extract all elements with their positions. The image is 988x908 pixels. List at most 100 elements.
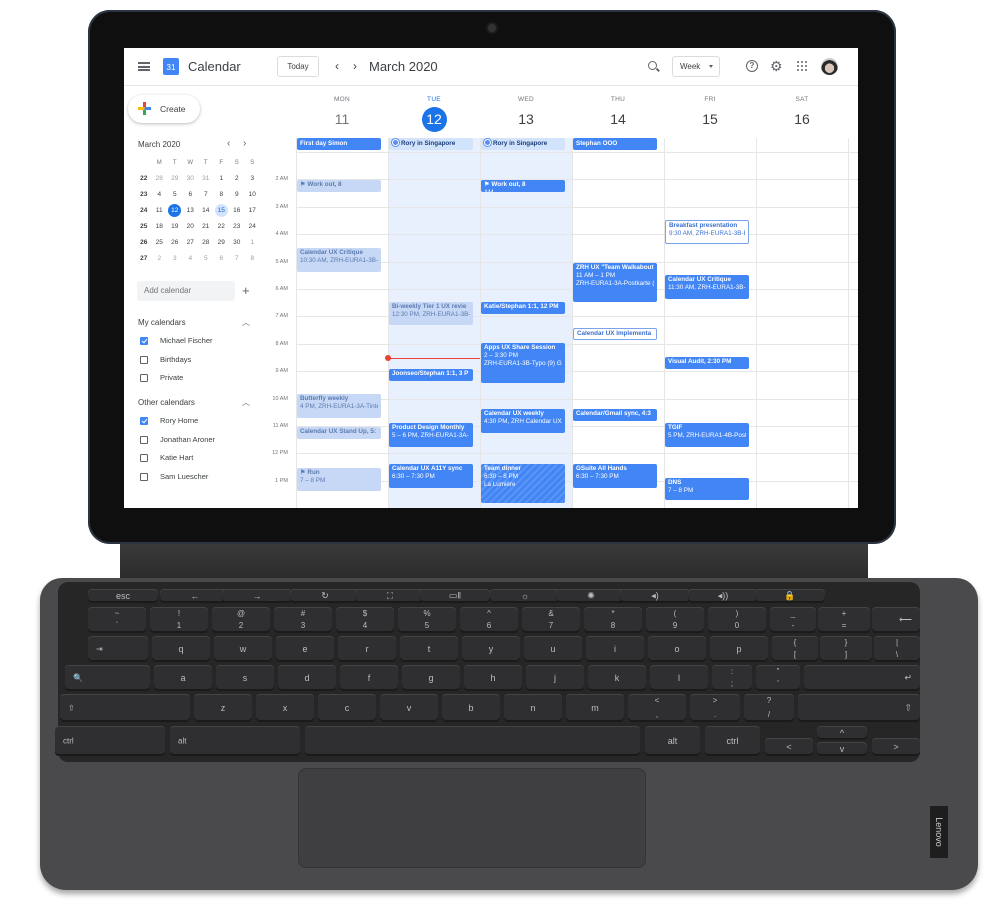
calendar-event[interactable]: Calendar UX weekly 4:30 PM, ZRH Calendar … xyxy=(481,409,565,434)
calendar-event[interactable]: ⚑ Run 7 – 8 PM xyxy=(297,468,381,491)
mini-calendar-day[interactable]: 15 xyxy=(214,203,230,219)
calendar-event[interactable]: ⚑Work out, 8AM xyxy=(481,180,565,193)
keyboard-key[interactable]: g xyxy=(402,665,460,691)
mini-calendar-day[interactable]: 28 xyxy=(198,235,214,251)
keyboard-key[interactable]: ⇧ xyxy=(798,694,920,722)
keyboard-key[interactable]: l xyxy=(650,665,708,691)
mini-calendar-day[interactable]: 6 xyxy=(214,251,230,267)
all-day-event[interactable]: Rory in Singapore xyxy=(389,138,473,150)
mini-calendar-day[interactable]: 14 xyxy=(198,203,214,219)
keyboard-key[interactable]: z xyxy=(194,694,252,722)
other-calendars-title[interactable]: Other calendars xyxy=(138,398,195,407)
keyboard-key[interactable]: + = xyxy=(818,607,870,633)
today-button[interactable]: Today xyxy=(277,56,319,77)
help-icon[interactable]: ? xyxy=(746,60,758,72)
mini-calendar-day[interactable]: 21 xyxy=(198,219,214,235)
calendar-checkbox[interactable] xyxy=(140,374,148,382)
keyboard-key[interactable]: $4 xyxy=(336,607,394,633)
keyboard-key[interactable]: d xyxy=(278,665,336,691)
mini-calendar-day[interactable]: 4 xyxy=(152,187,168,203)
mini-calendar-day[interactable]: 1 xyxy=(214,171,230,187)
keyboard-key[interactable]: alt xyxy=(645,726,700,756)
keyboard-key[interactable]: ◂) xyxy=(620,589,690,603)
mini-calendar-day[interactable]: 2 xyxy=(152,251,168,267)
keyboard-key[interactable]: ↻ xyxy=(290,589,360,603)
day-number[interactable]: 12 xyxy=(388,107,480,132)
keyboard-key[interactable]: a xyxy=(154,665,212,691)
mini-calendar-day[interactable]: 5 xyxy=(198,251,214,267)
keyboard-key[interactable]: ? / xyxy=(744,694,794,722)
day-number[interactable]: 13 xyxy=(480,107,572,131)
keyboard-key[interactable]: | \ xyxy=(874,636,920,662)
mini-calendar-day[interactable]: 10 xyxy=(245,187,261,203)
mini-calendar-day[interactable]: 4 xyxy=(183,251,199,267)
day-header[interactable]: THU 14 xyxy=(572,96,664,131)
keyboard-key[interactable]: n xyxy=(504,694,562,722)
calendar-checkbox[interactable] xyxy=(140,417,148,425)
calendar-event[interactable]: DNS 7 – 8 PM xyxy=(665,477,749,501)
view-select[interactable]: Week xyxy=(672,56,720,77)
keyboard-key[interactable]: u xyxy=(524,636,582,662)
keyboard-key[interactable]: ▭‖ xyxy=(420,589,490,603)
mini-week-number[interactable]: 26 xyxy=(136,235,152,251)
calendar-event[interactable]: ZRH UX "Team Walkabout" 11 AM – 1 PM ZRH-E… xyxy=(573,262,657,302)
my-calendars-title[interactable]: My calendars xyxy=(138,318,186,327)
keyboard-key[interactable]: m xyxy=(566,694,624,722)
keyboard-key[interactable]: b xyxy=(442,694,500,722)
all-day-event[interactable]: Rory in Singapore xyxy=(481,138,565,150)
keyboard-key[interactable]: p xyxy=(710,636,768,662)
week-grid[interactable]: First day Simon Rory in Singapore Rory in … xyxy=(296,138,858,508)
mini-week-number[interactable]: 22 xyxy=(136,171,152,187)
keyboard-key[interactable]: s xyxy=(216,665,274,691)
mini-calendar-day[interactable]: 9 xyxy=(229,187,245,203)
keyboard-key[interactable]: i xyxy=(586,636,644,662)
mini-calendar-day[interactable]: 6 xyxy=(183,187,199,203)
calendar-event[interactable]: Calendar UX Implementa xyxy=(573,328,657,341)
calendar-event[interactable]: GSuite All Hands 6:30 – 7:30 PM xyxy=(573,463,657,488)
mini-calendar-day[interactable]: 8 xyxy=(214,187,230,203)
calendar-event[interactable]: Calendar/Gmail sync, 4:3 xyxy=(573,409,657,421)
mini-calendar-day[interactable]: 18 xyxy=(152,219,168,235)
keyboard-key[interactable]: :; xyxy=(712,665,752,691)
mini-calendar-day[interactable]: 30 xyxy=(183,171,199,187)
keyboard-key[interactable]: y xyxy=(462,636,520,662)
keyboard-key[interactable]: ⟵ xyxy=(872,607,920,633)
search-icon[interactable] xyxy=(648,61,657,70)
mini-calendar-day[interactable]: 7 xyxy=(198,187,214,203)
keyboard-key[interactable]: _ - xyxy=(770,607,816,633)
day-header[interactable]: TUE 12 xyxy=(388,96,480,132)
keyboard-key[interactable]: ! 1 xyxy=(150,607,208,633)
keyboard-key[interactable]: ^ xyxy=(817,726,867,740)
add-calendar-input[interactable] xyxy=(137,281,235,301)
mini-calendar-day[interactable]: 13 xyxy=(183,203,199,219)
calendar-event[interactable]: Katie/Stephan 1:1, 12 PM xyxy=(481,302,565,315)
mini-week-number[interactable]: 24 xyxy=(136,203,152,219)
day-header[interactable]: FRI 15 xyxy=(664,96,756,131)
keyboard-key[interactable]: @2 xyxy=(212,607,270,633)
keyboard-key[interactable]: w xyxy=(214,636,272,662)
day-number[interactable]: 16 xyxy=(756,107,848,131)
mini-calendar-day[interactable]: 1 xyxy=(245,235,261,251)
mini-calendar-day[interactable]: 25 xyxy=(152,235,168,251)
day-number[interactable]: 11 xyxy=(296,107,388,131)
keyboard-key[interactable]: f xyxy=(340,665,398,691)
keyboard-key[interactable]: e xyxy=(276,636,334,662)
keyboard-key[interactable]: v xyxy=(817,742,867,756)
calendar-event[interactable]: TGIF 5 PM, ZRH-EURA1-4B-Posti xyxy=(665,422,749,447)
calendar-event[interactable]: Product Design Monthly 5 – 6 PM, ZRH-EURA… xyxy=(389,422,473,447)
mini-calendar-day[interactable]: 16 xyxy=(229,203,245,219)
mini-calendar-day[interactable]: 2 xyxy=(229,171,245,187)
keyboard-key[interactable]: o xyxy=(648,636,706,662)
mini-calendar-day[interactable]: 7 xyxy=(229,251,245,267)
calendar-event[interactable]: Calendar UX Stand Up, 5: xyxy=(297,427,381,439)
mini-week-number[interactable]: 23 xyxy=(136,187,152,203)
keyboard-key[interactable]: " ' xyxy=(756,665,800,691)
keyboard-key[interactable]: 🔒 xyxy=(755,589,825,603)
keyboard-key[interactable]: ctrl xyxy=(705,726,760,756)
keyboard-key[interactable]: esc xyxy=(88,589,158,603)
keyboard-key[interactable]: ctrl xyxy=(55,726,165,756)
mini-calendar-day[interactable]: 5 xyxy=(167,187,183,203)
calendar-checkbox[interactable] xyxy=(140,435,148,444)
apps-grid-icon[interactable] xyxy=(797,61,807,71)
calendar-event[interactable]: Calendar UX Critique 11:30 AM, ZRH-EURA1-… xyxy=(665,274,749,299)
